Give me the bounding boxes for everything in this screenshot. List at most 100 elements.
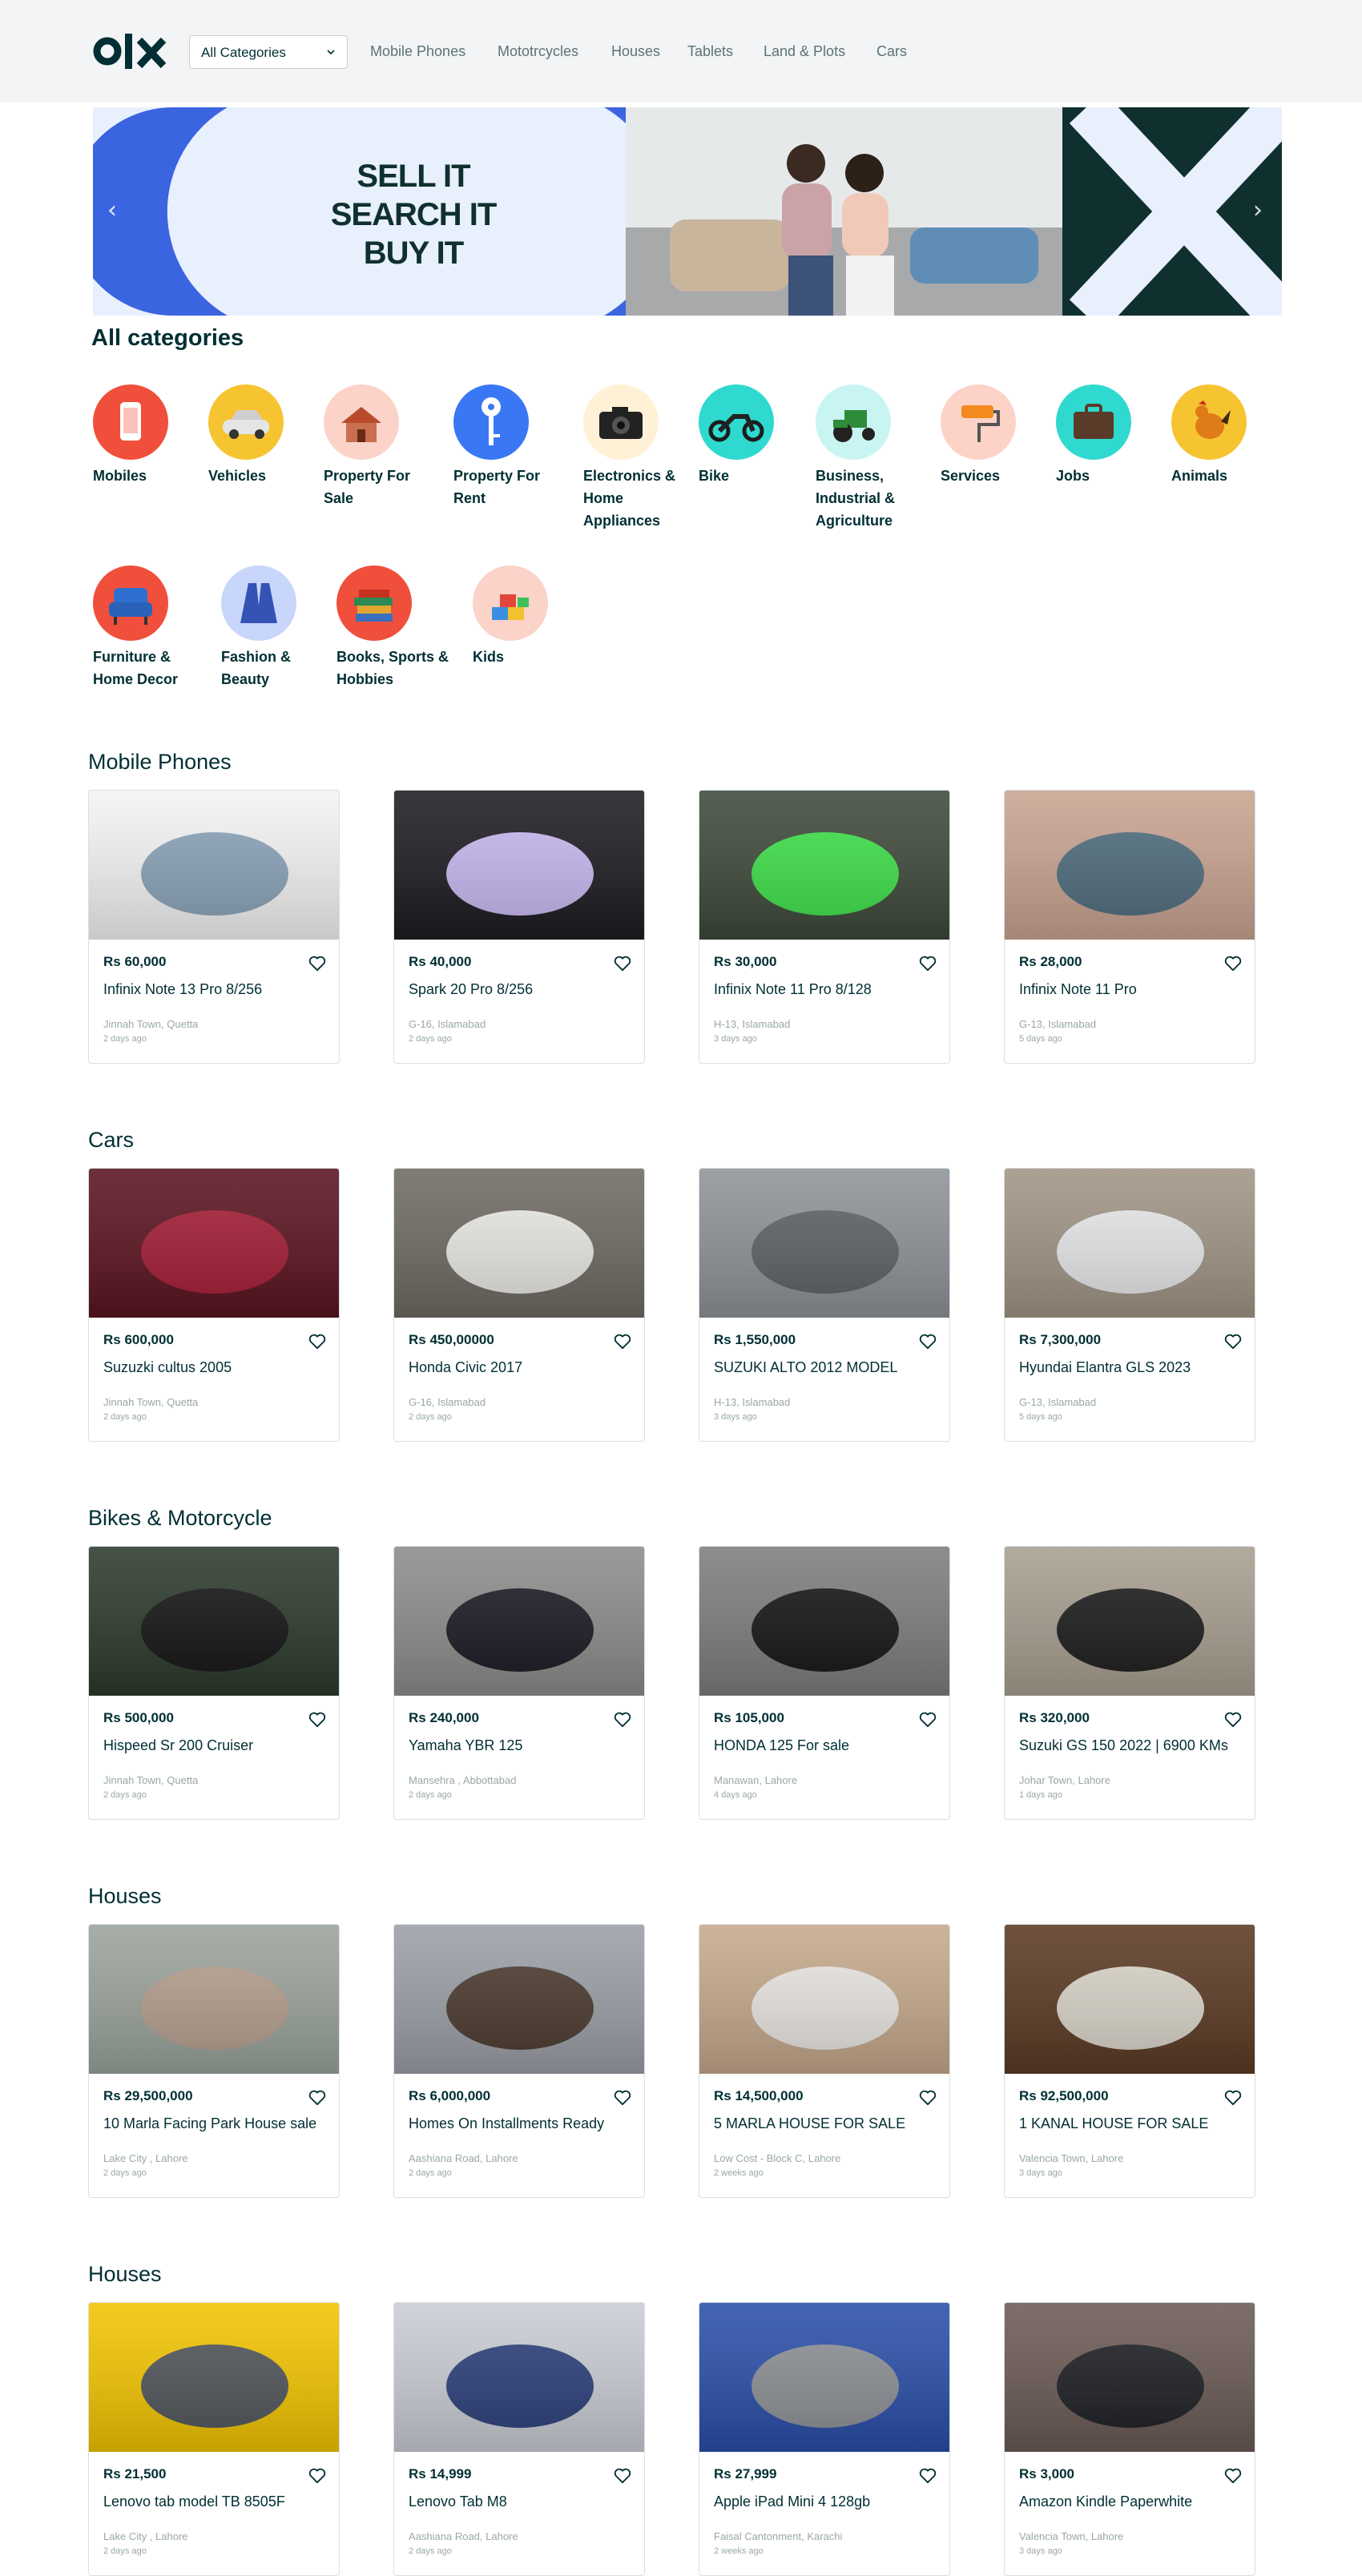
category-item[interactable]: Bike: [699, 384, 819, 487]
listing-title[interactable]: 1 KANAL HOUSE FOR SALE: [1019, 2115, 1208, 2132]
favorite-heart-icon[interactable]: [614, 1712, 631, 1728]
banner-next-arrow-icon[interactable]: ›: [1253, 196, 1263, 224]
category-item[interactable]: Kids: [473, 566, 593, 668]
category-item[interactable]: Fashion & Beauty: [221, 566, 341, 690]
listing-card[interactable]: Rs 92,500,000 1 KANAL HOUSE FOR SALE Valen…: [1004, 1924, 1255, 2198]
listing-title[interactable]: Infinix Note 13 Pro 8/256: [103, 981, 262, 998]
listing-card[interactable]: Rs 28,000 Infinix Note 11 Pro G-13, Islama…: [1004, 790, 1255, 1064]
category-item[interactable]: Furniture & Home Decor: [93, 566, 213, 690]
listing-card[interactable]: Rs 14,999 Lenovo Tab M8 Aashiana Road, Lah…: [393, 2302, 645, 2576]
listing-image[interactable]: [699, 1547, 949, 1696]
listing-card[interactable]: Rs 450,00000 Honda Civic 2017 G-16, Islama…: [393, 1168, 645, 1442]
listing-image[interactable]: [1005, 1547, 1255, 1696]
listing-card[interactable]: Rs 7,300,000 Hyundai Elantra GLS 2023 G-13…: [1004, 1168, 1255, 1442]
listing-image[interactable]: [89, 1169, 339, 1318]
listing-title[interactable]: Infinix Note 11 Pro 8/128: [714, 981, 872, 998]
listing-image[interactable]: [89, 791, 339, 940]
nav-link-tablets[interactable]: Tablets: [687, 43, 733, 60]
listing-title[interactable]: Hispeed Sr 200 Cruiser: [103, 1737, 253, 1754]
listing-image[interactable]: [699, 1925, 949, 2074]
listing-title[interactable]: 10 Marla Facing Park House sale: [103, 2115, 316, 2132]
favorite-heart-icon[interactable]: [1224, 1334, 1242, 1350]
listing-card[interactable]: Rs 27,999 Apple iPad Mini 4 128gb Faisal C…: [699, 2302, 950, 2576]
listing-title[interactable]: Suzuzki cultus 2005: [103, 1359, 232, 1376]
listing-image[interactable]: [1005, 1925, 1255, 2074]
listing-card[interactable]: Rs 30,000 Infinix Note 11 Pro 8/128 H-13, …: [699, 790, 950, 1064]
listing-title[interactable]: SUZUKI ALTO 2012 MODEL: [714, 1359, 897, 1376]
listing-title[interactable]: Suzuki GS 150 2022 | 6900 KMs: [1019, 1737, 1228, 1754]
favorite-heart-icon[interactable]: [1224, 2090, 1242, 2106]
listing-card[interactable]: Rs 14,500,000 5 MARLA HOUSE FOR SALE Low C…: [699, 1924, 950, 2198]
favorite-heart-icon[interactable]: [614, 2090, 631, 2106]
listing-card[interactable]: Rs 29,500,000 10 Marla Facing Park House …: [88, 1924, 340, 2198]
favorite-heart-icon[interactable]: [1224, 956, 1242, 972]
category-item[interactable]: Business, Industrial & Agriculture: [816, 384, 936, 532]
category-item[interactable]: Property For Sale: [324, 384, 444, 509]
listing-title[interactable]: Yamaha YBR 125: [409, 1737, 522, 1754]
listing-image[interactable]: [1005, 1169, 1255, 1318]
favorite-heart-icon[interactable]: [1224, 1712, 1242, 1728]
listing-image[interactable]: [394, 1925, 644, 2074]
hero-banner[interactable]: SELL IT SEARCH IT BUY IT: [93, 107, 1282, 316]
favorite-heart-icon[interactable]: [614, 1334, 631, 1350]
favorite-heart-icon[interactable]: [919, 2090, 937, 2106]
listing-title[interactable]: Amazon Kindle Paperwhite: [1019, 2493, 1192, 2510]
listing-image[interactable]: [89, 1925, 339, 2074]
olx-logo[interactable]: [93, 29, 170, 74]
favorite-heart-icon[interactable]: [308, 1712, 326, 1728]
listing-card[interactable]: Rs 105,000 HONDA 125 For sale Manawan, Lah…: [699, 1546, 950, 1820]
listing-image[interactable]: [394, 1547, 644, 1696]
favorite-heart-icon[interactable]: [308, 1334, 326, 1350]
favorite-heart-icon[interactable]: [919, 1334, 937, 1350]
listing-card[interactable]: Rs 21,500 Lenovo tab model TB 8505F Lake C…: [88, 2302, 340, 2576]
listing-image[interactable]: [394, 791, 644, 940]
favorite-heart-icon[interactable]: [919, 956, 937, 972]
listing-title[interactable]: Hyundai Elantra GLS 2023: [1019, 1359, 1191, 1376]
listing-title[interactable]: 5 MARLA HOUSE FOR SALE: [714, 2115, 905, 2132]
favorite-heart-icon[interactable]: [1224, 2468, 1242, 2484]
listing-image[interactable]: [699, 791, 949, 940]
category-item[interactable]: Books, Sports & Hobbies: [336, 566, 457, 690]
nav-link-mobile-phones[interactable]: Mobile Phones: [370, 43, 465, 60]
listing-card[interactable]: Rs 3,000 Amazon Kindle Paperwhite Valencia…: [1004, 2302, 1255, 2576]
category-item[interactable]: Jobs: [1056, 384, 1176, 487]
favorite-heart-icon[interactable]: [919, 2468, 937, 2484]
category-item[interactable]: Mobiles: [93, 384, 213, 487]
listing-title[interactable]: Infinix Note 11 Pro: [1019, 981, 1137, 998]
nav-link-motorcycles[interactable]: Mototrcycles: [498, 43, 578, 60]
listing-image[interactable]: [89, 2303, 339, 2452]
listing-card[interactable]: Rs 240,000 Yamaha YBR 125 Mansehra , Abbot…: [393, 1546, 645, 1820]
listing-title[interactable]: Lenovo Tab M8: [409, 2493, 507, 2510]
favorite-heart-icon[interactable]: [919, 1712, 937, 1728]
nav-link-land-plots[interactable]: Land & Plots: [764, 43, 845, 60]
listing-title[interactable]: HONDA 125 For sale: [714, 1737, 849, 1754]
listing-title[interactable]: Homes On Installments Ready: [409, 2115, 604, 2132]
listing-image[interactable]: [1005, 2303, 1255, 2452]
category-item[interactable]: Property For Rent: [453, 384, 574, 509]
listing-card[interactable]: Rs 1,550,000 SUZUKI ALTO 2012 MODEL H-13, …: [699, 1168, 950, 1442]
listing-title[interactable]: Apple iPad Mini 4 128gb: [714, 2493, 870, 2510]
favorite-heart-icon[interactable]: [614, 956, 631, 972]
listing-image[interactable]: [699, 1169, 949, 1318]
category-item[interactable]: Services: [941, 384, 1061, 487]
favorite-heart-icon[interactable]: [308, 2468, 326, 2484]
listing-card[interactable]: Rs 320,000 Suzuki GS 150 2022 | 6900 KMs J…: [1004, 1546, 1255, 1820]
listing-card[interactable]: Rs 500,000 Hispeed Sr 200 Cruiser Jinnah T…: [88, 1546, 340, 1820]
nav-link-houses[interactable]: Houses: [611, 43, 660, 60]
category-item[interactable]: Animals: [1171, 384, 1291, 487]
listing-card[interactable]: Rs 40,000 Spark 20 Pro 8/256 G-16, Islamab…: [393, 790, 645, 1064]
listing-image[interactable]: [699, 2303, 949, 2452]
listing-image[interactable]: [394, 1169, 644, 1318]
favorite-heart-icon[interactable]: [308, 2090, 326, 2106]
favorite-heart-icon[interactable]: [308, 956, 326, 972]
category-select[interactable]: All Categories: [189, 35, 348, 69]
listing-card[interactable]: Rs 60,000 Infinix Note 13 Pro 8/256 Jinnah…: [88, 790, 340, 1064]
nav-link-cars[interactable]: Cars: [876, 43, 907, 60]
category-item[interactable]: Electronics & Home Appliances: [583, 384, 703, 532]
listing-title[interactable]: Honda Civic 2017: [409, 1359, 522, 1376]
banner-prev-arrow-icon[interactable]: ‹: [107, 196, 117, 224]
listing-card[interactable]: Rs 6,000,000 Homes On Installments Ready A…: [393, 1924, 645, 2198]
listing-image[interactable]: [89, 1547, 339, 1696]
listing-image[interactable]: [394, 2303, 644, 2452]
favorite-heart-icon[interactable]: [614, 2468, 631, 2484]
